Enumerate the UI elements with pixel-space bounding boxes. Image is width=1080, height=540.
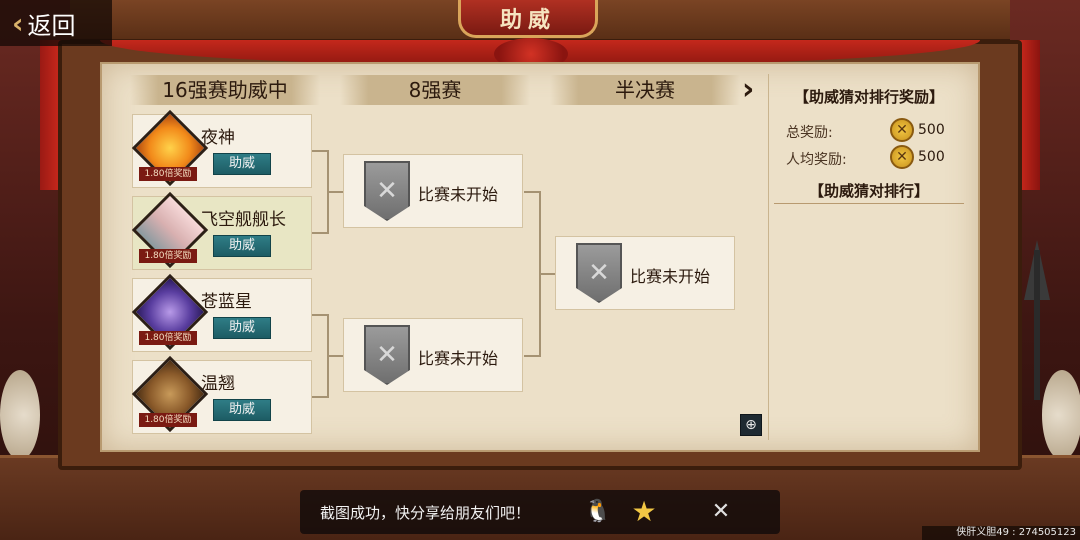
odds-tag: 1.80倍奖励 <box>139 249 197 263</box>
player-card: 1.80倍奖励 温翘 助威 <box>131 355 312 434</box>
support-button[interactable]: 助威 <box>213 153 271 175</box>
player-name: 温翘 <box>201 374 235 394</box>
bracket-line <box>327 191 343 193</box>
support-button[interactable]: 助威 <box>213 399 271 421</box>
left-drum-decoration <box>0 370 40 460</box>
page-title: 助威 <box>458 0 598 38</box>
semifinal-match-card: ✕ 比赛未开始 <box>555 236 735 310</box>
match-status: 比赛未开始 <box>418 349 499 368</box>
support-button[interactable]: 助威 <box>213 317 271 339</box>
bracket-line <box>524 355 540 357</box>
total-reward-label: 总奖励: <box>786 125 833 141</box>
share-bar: 截图成功，快分享给朋友们吧！ 🐧 ★ ✕ <box>300 490 780 534</box>
player-name: 夜神 <box>201 128 235 148</box>
back-label: 返回 <box>27 11 76 40</box>
next-round-arrow-icon[interactable]: › <box>742 75 762 106</box>
bracket-line <box>312 150 328 152</box>
per-reward-row: 人均奖励: ✕ 500 <box>786 145 966 169</box>
bracket-line <box>327 355 343 357</box>
bracket-line <box>539 273 555 275</box>
zoom-in-icon[interactable]: ⊕ <box>740 414 762 436</box>
player-card: 1.80倍奖励 苍蓝星 助威 <box>131 273 312 352</box>
player-card: 1.80倍奖励 飞空舰舰长 助威 <box>131 191 312 270</box>
watermark: 侠肝义胆49 : 274505123 <box>922 526 1080 540</box>
reward-title: 【助威猜对排行奖励】 <box>793 88 944 106</box>
crossed-swords-shield-icon: ✕ <box>364 161 410 221</box>
qzone-star-icon[interactable]: ★ <box>628 496 660 528</box>
spear-shaft-decoration <box>1034 250 1040 400</box>
per-reward-label: 人均奖励: <box>786 152 847 168</box>
coin-icon: ✕ <box>890 118 914 142</box>
reward-panel: 【助威猜对排行奖励】 总奖励: ✕ 500 人均奖励: ✕ 500 【助威猜对排… <box>768 80 968 440</box>
ranking-title[interactable]: 【助威猜对排行】 <box>774 180 964 204</box>
bracket-line <box>524 191 540 193</box>
odds-tag: 1.80倍奖励 <box>139 331 197 345</box>
close-icon[interactable]: ✕ <box>705 496 737 528</box>
match-status: 比赛未开始 <box>630 267 711 286</box>
per-reward-amount: 500 <box>918 149 945 165</box>
player-card: 1.80倍奖励 夜神 助威 <box>131 109 312 188</box>
chevron-left-icon: ‹ <box>12 6 24 40</box>
odds-tag: 1.80倍奖励 <box>139 167 197 181</box>
odds-tag: 1.80倍奖励 <box>139 413 197 427</box>
crossed-swords-shield-icon: ✕ <box>576 243 622 303</box>
total-reward-row: 总奖励: ✕ 500 <box>786 118 966 142</box>
bracket-line <box>312 232 328 234</box>
round-header-16: 16强赛助威中 <box>130 75 320 105</box>
back-button[interactable]: ‹ 返回 <box>0 0 112 46</box>
player-name: 苍蓝星 <box>201 292 252 312</box>
total-reward-amount: 500 <box>918 122 945 138</box>
qq-icon[interactable]: 🐧 <box>582 496 614 528</box>
coin-icon: ✕ <box>890 145 914 169</box>
match-status: 比赛未开始 <box>418 185 499 204</box>
quarterfinal-match-card: ✕ 比赛未开始 <box>343 318 523 392</box>
round-header-semi: 半决赛 <box>550 75 740 105</box>
support-button[interactable]: 助威 <box>213 235 271 257</box>
player-name: 飞空舰舰长 <box>201 210 286 230</box>
crossed-swords-shield-icon: ✕ <box>364 325 410 385</box>
quarterfinal-match-card: ✕ 比赛未开始 <box>343 154 523 228</box>
share-message: 截图成功，快分享给朋友们吧！ <box>320 504 531 522</box>
bracket-line <box>312 314 328 316</box>
right-drum-decoration <box>1042 370 1080 460</box>
bracket-line <box>312 396 328 398</box>
round-header-8: 8强赛 <box>340 75 530 105</box>
